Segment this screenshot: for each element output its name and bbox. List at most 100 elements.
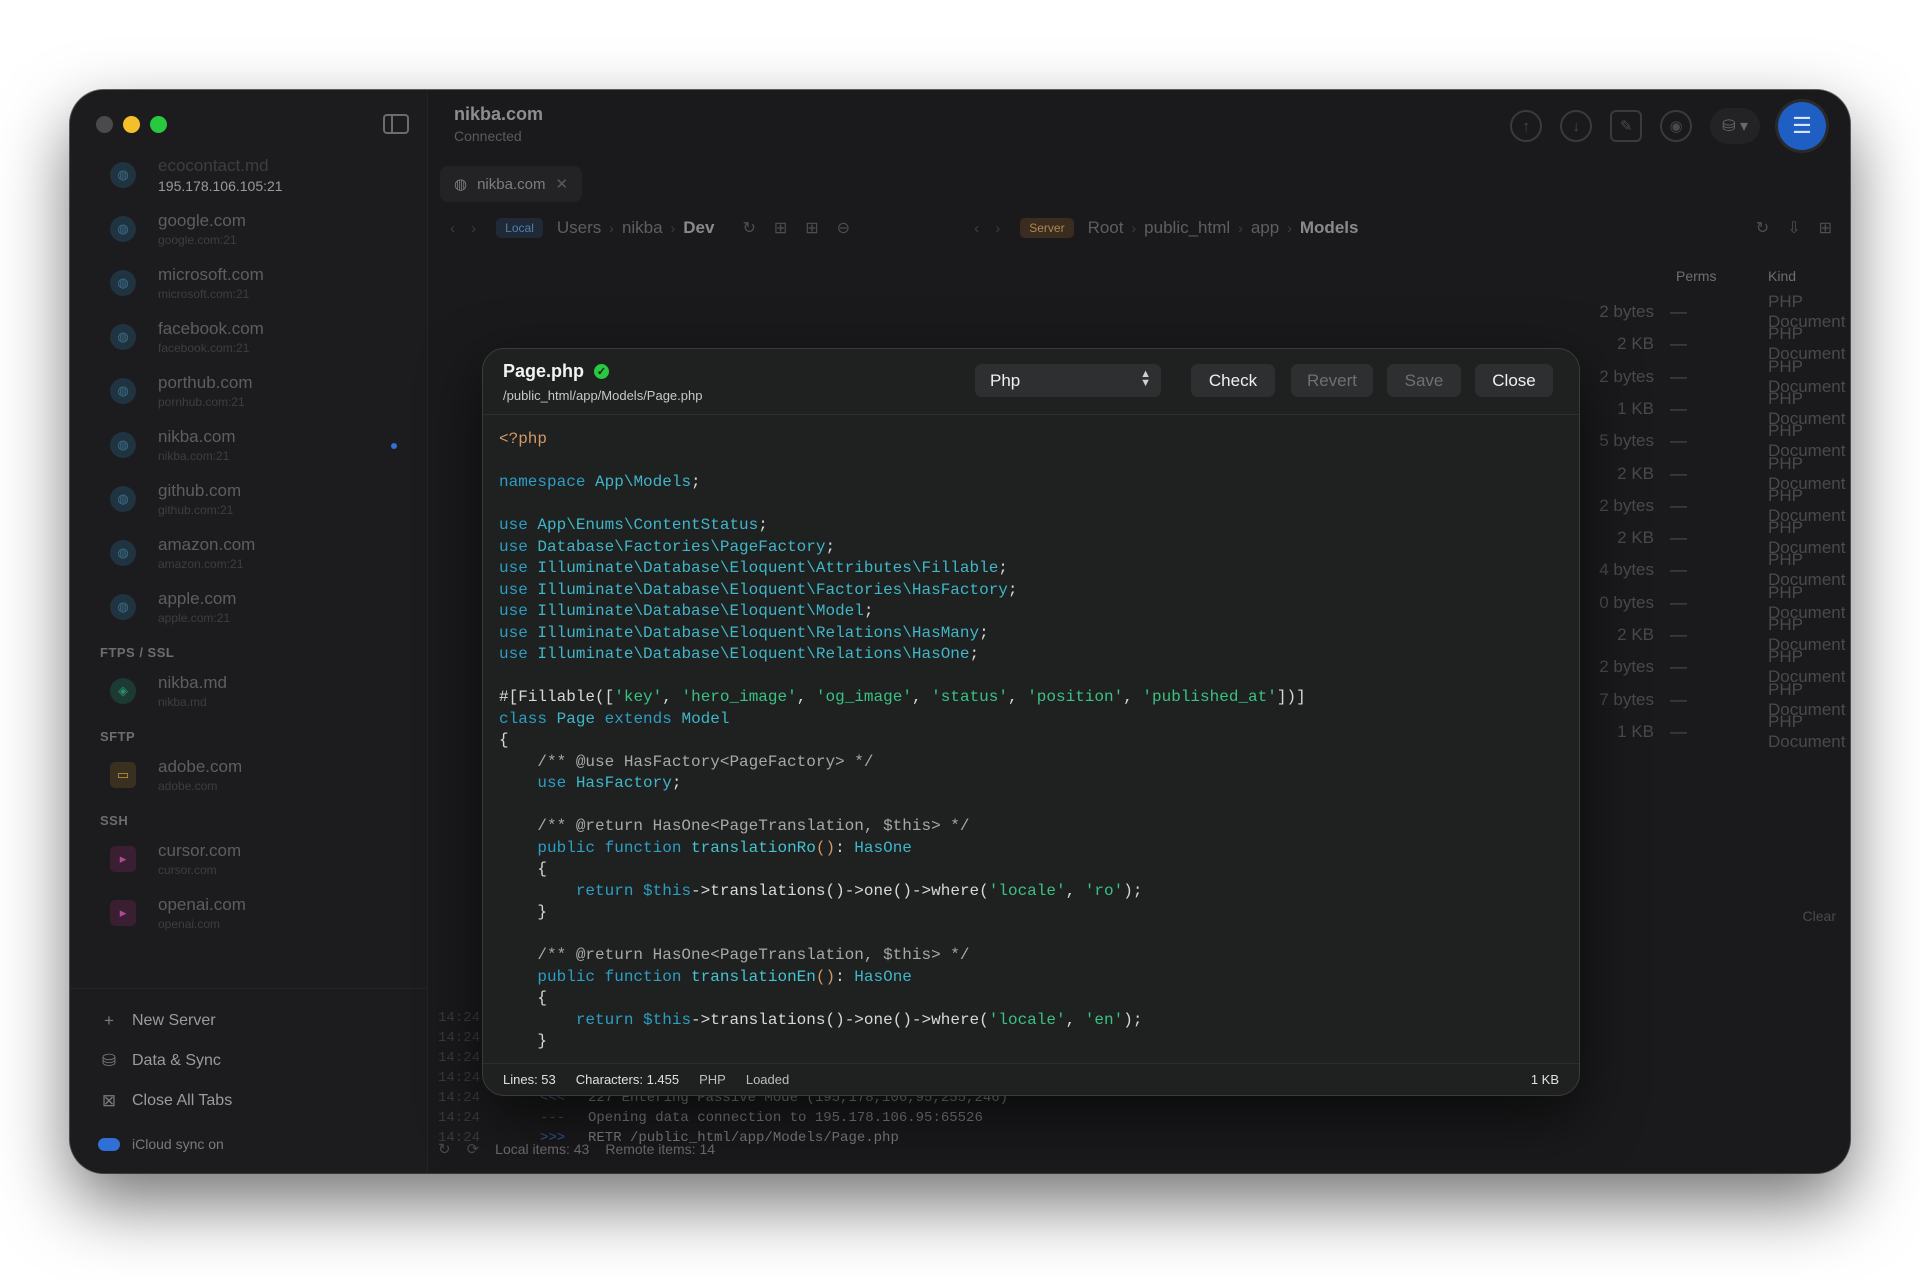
server-item[interactable]: ◍ ecocontact.md 195.178.106.105:21 (70, 148, 427, 202)
crumb[interactable]: Users (557, 218, 601, 238)
server-item[interactable]: ◍ porthub.com pornhub.com:21 (70, 364, 427, 418)
code-editor[interactable]: <?php namespace App\Models; use App\Enum… (499, 429, 1579, 1053)
crumb-current[interactable]: Dev (683, 218, 714, 238)
server-item[interactable]: ◍ nikba.com nikba.com:21 (70, 418, 427, 472)
server-item[interactable]: ◍ facebook.com facebook.com:21 (70, 310, 427, 364)
chevron-right-icon: › (1131, 220, 1137, 236)
file-kind-cell: PHP Document (1768, 550, 1846, 590)
crumb[interactable]: app (1251, 218, 1279, 238)
code-line: use Illuminate\Database\Eloquent\Relatio… (499, 645, 980, 663)
upload-icon[interactable]: ↑ (1510, 110, 1543, 142)
close-all-tabs-button[interactable]: ⊠ Close All Tabs (70, 1081, 427, 1121)
globe-icon: ◍ (110, 162, 136, 188)
server-path-actions[interactable]: ↻⇩⊞ (1756, 218, 1850, 238)
menu-icon[interactable]: ☰ (1778, 102, 1826, 150)
save-button[interactable]: Save (1387, 364, 1461, 397)
download-icon[interactable]: ↓ (1560, 110, 1593, 142)
eye-icon[interactable]: ◉ (1660, 110, 1693, 142)
file-perms-cell: — (1670, 625, 1687, 644)
server-item[interactable]: ▸ openai.com openai.com (70, 886, 427, 940)
load-state: Loaded (745, 1072, 790, 1087)
close-window-button[interactable] (96, 116, 113, 133)
file-kind-cell: PHP Document (1768, 711, 1846, 751)
close-tab-icon[interactable]: ✕ (555, 175, 568, 193)
editor-title: Page.php ✓ (503, 361, 610, 382)
file-size-cell: 2 KB (1617, 528, 1654, 548)
server-name: apple.com (158, 589, 237, 608)
crumb[interactable]: Root (1088, 218, 1124, 238)
edit-icon[interactable]: ✎ (1610, 110, 1643, 142)
sync-icon[interactable]: ⟳ (467, 1140, 480, 1158)
code-line: use Illuminate\Database\Eloquent\Model; (499, 602, 874, 620)
globe-icon: ◍ (110, 378, 136, 404)
file-size-cell: 1 KB (1617, 398, 1654, 418)
server-item[interactable]: ◍ github.com github.com:21 (70, 472, 427, 526)
server-item[interactable]: ▭ adobe.com adobe.com (70, 748, 427, 802)
active-indicator (391, 443, 397, 449)
line-count: Lines: 53 (503, 1072, 556, 1087)
remote-items-count: Remote items: 14 (605, 1141, 716, 1157)
server-address: google.com:21 (158, 233, 237, 247)
crumb[interactable]: public_html (1144, 218, 1230, 238)
server-item[interactable]: ◈ nikba.md nikba.md (70, 664, 427, 718)
code-line: use Illuminate\Database\Eloquent\Relatio… (499, 623, 989, 642)
server-item[interactable]: ◍ amazon.com amazon.com:21 (70, 526, 427, 580)
cloud-icon (98, 1137, 120, 1151)
file-size-cell: 2 KB (1617, 334, 1654, 354)
local-path-actions[interactable]: ↻⊞⊞⊖ (742, 218, 868, 238)
server-name: ecocontact.md (158, 156, 269, 175)
file-path: /public_html/app/Models/Page.php (503, 388, 703, 403)
local-nav-arrows[interactable]: ‹ › (450, 220, 482, 237)
sidebar-toggle-icon[interactable] (383, 114, 409, 134)
new-server-button[interactable]: + New Server (70, 1001, 427, 1041)
clear-log-button[interactable]: Clear (1803, 908, 1836, 924)
server-name: nikba.com (158, 427, 236, 446)
server-item[interactable]: ◍ apple.com apple.com:21 (70, 580, 427, 634)
file-size-cell: 2 KB (1617, 625, 1654, 644)
server-item[interactable]: ◍ google.com google.com:21 (70, 202, 427, 256)
file-kind-cell: PHP Document (1768, 485, 1846, 525)
refresh-icon[interactable]: ↻ (438, 1140, 451, 1158)
path-bar: ‹ › Local Users › nikba › Dev ↻⊞⊞⊖ ‹ › S… (440, 212, 1850, 244)
server-item[interactable]: ▸ cursor.com cursor.com (70, 832, 427, 886)
terminal-icon: ▸ (110, 900, 136, 926)
globe-icon: ◍ (110, 540, 136, 566)
crumb[interactable]: nikba (622, 218, 663, 238)
character-count: Characters: 1.455 (575, 1072, 680, 1087)
data-sync-button[interactable]: ⛁ Data & Sync (70, 1041, 427, 1081)
language-select[interactable]: Php ▲ ▼ (975, 364, 1161, 397)
file-size-cell: 1 KB (1617, 721, 1654, 741)
server-nav-arrows[interactable]: ‹ › (974, 220, 1006, 237)
server-item[interactable]: ◍ microsoft.com microsoft.com:21 (70, 256, 427, 310)
code-line: { (499, 731, 509, 749)
file-perms-cell: — (1670, 334, 1687, 354)
close-button[interactable]: Close (1475, 364, 1553, 397)
code-line: use Illuminate\Database\Eloquent\Attribu… (499, 559, 1008, 577)
globe-icon: ◍ (110, 324, 136, 350)
drive-icon: ⛁ (101, 1051, 117, 1070)
code-line: } (537, 1032, 548, 1050)
column-header-perms[interactable]: Perms (1676, 268, 1716, 292)
minimize-window-button[interactable] (123, 116, 140, 133)
maximize-window-button[interactable] (150, 116, 167, 133)
revert-button[interactable]: Revert (1291, 364, 1373, 397)
toolbar: ↑ ↓ ✎ ◉ ⛁ ▾ ☰ (1510, 102, 1826, 150)
code-line: /** @return HasOne<PageTranslation, $thi… (499, 946, 970, 964)
tab-nikba[interactable]: ◍ nikba.com ✕ (440, 166, 583, 202)
file-size-cell: 2 bytes (1599, 366, 1654, 386)
code-line: { (537, 989, 548, 1007)
globe-icon: ◍ (110, 432, 136, 458)
column-header-kind[interactable]: Kind (1768, 268, 1796, 292)
drive-menu-button[interactable]: ⛁ ▾ (1710, 108, 1760, 144)
log-message: Opening data connection to 195.178.106.9… (588, 1110, 983, 1126)
file-perms-cell: — (1670, 657, 1687, 677)
crumb-current[interactable]: Models (1300, 218, 1359, 238)
code-line: use App\Enums\ContentStatus; (499, 516, 768, 534)
check-button[interactable]: Check (1191, 364, 1275, 397)
code-line: /** @use HasFactory<PageFactory> */ (499, 752, 874, 771)
chevron-right-icon: › (670, 220, 676, 236)
code-line: use HasFactory; (537, 774, 682, 792)
